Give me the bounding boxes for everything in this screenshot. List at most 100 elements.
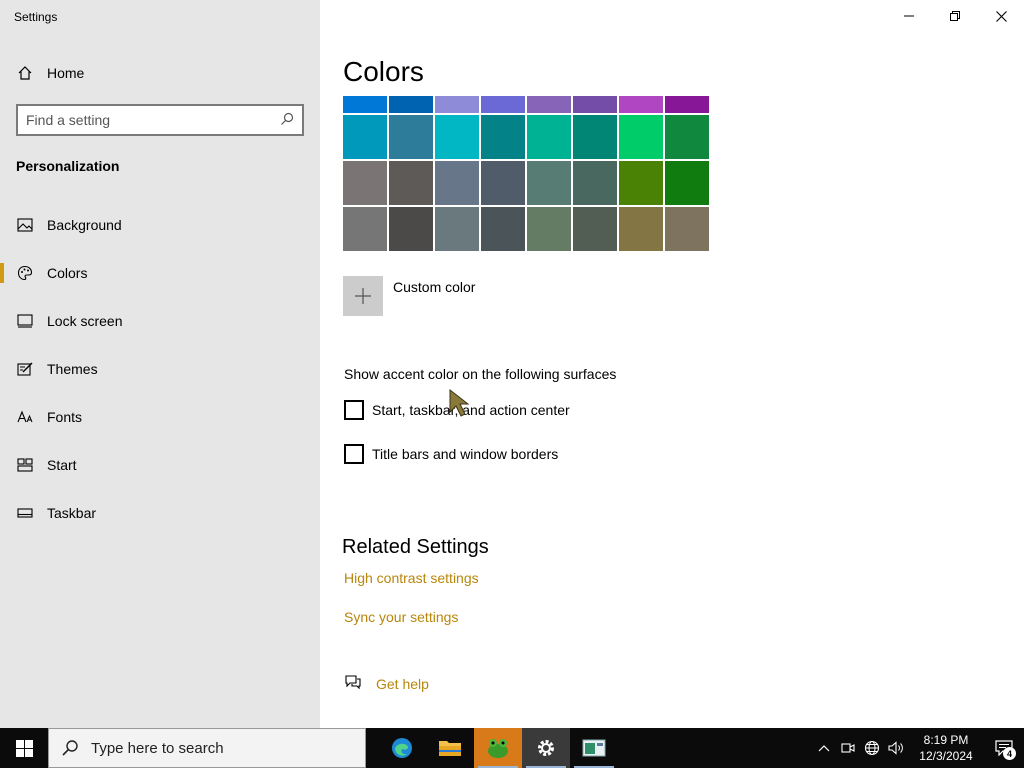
lock-screen-icon <box>16 313 33 330</box>
app-frog-icon[interactable] <box>474 728 522 768</box>
search-icon[interactable] <box>280 112 294 129</box>
sidebar-item-label: Colors <box>47 265 88 281</box>
sidebar-item-taskbar[interactable]: Taskbar <box>0 489 320 537</box>
accent-color-swatch[interactable] <box>481 115 525 159</box>
accent-color-swatch[interactable] <box>481 96 525 113</box>
home-nav-item[interactable]: Home <box>16 64 84 81</box>
help-chat-icon <box>344 674 362 693</box>
taskbar-icon <box>16 505 33 522</box>
fonts-icon <box>16 409 33 426</box>
surfaces-label: Show accent color on the following surfa… <box>344 366 617 382</box>
settings-search-box[interactable] <box>16 104 304 136</box>
high-contrast-link[interactable]: High contrast settings <box>344 570 479 586</box>
accent-color-swatch[interactable] <box>573 96 617 113</box>
accent-color-swatch[interactable] <box>619 96 663 113</box>
taskbar-search-icon <box>62 740 78 756</box>
sidebar-item-label: Fonts <box>47 409 83 425</box>
sidebar-item-fonts[interactable]: Fonts <box>0 393 320 441</box>
sidebar-item-lock-screen[interactable]: Lock screen <box>0 297 320 345</box>
checkbox-box[interactable] <box>344 400 364 420</box>
checkbox-title-bars[interactable]: Title bars and window borders <box>344 444 558 464</box>
accent-color-swatch[interactable] <box>527 207 571 251</box>
custom-color-button[interactable]: Custom color <box>343 276 475 316</box>
sidebar-item-start[interactable]: Start <box>0 441 320 489</box>
notification-count-badge: 4 <box>1003 747 1016 760</box>
accent-color-swatch[interactable] <box>481 207 525 251</box>
accent-color-swatch[interactable] <box>435 207 479 251</box>
get-help-link[interactable]: Get help <box>376 676 429 692</box>
start-button[interactable] <box>0 728 48 768</box>
settings-search-input[interactable] <box>26 112 280 128</box>
accent-color-swatch[interactable] <box>389 161 433 205</box>
taskbar-search-box[interactable] <box>48 728 366 768</box>
accent-color-swatch[interactable] <box>389 115 433 159</box>
accent-color-swatch[interactable] <box>665 161 709 205</box>
themes-icon <box>16 361 33 378</box>
sidebar-item-background[interactable]: Background <box>0 201 320 249</box>
network-globe-icon[interactable] <box>860 728 884 768</box>
accent-color-swatch[interactable] <box>527 96 571 113</box>
page-title: Colors <box>343 56 424 87</box>
accent-color-swatch[interactable] <box>573 161 617 205</box>
taskbar: 8:19 PM 12/3/2024 4 <box>0 728 1024 768</box>
start-icon <box>16 457 33 474</box>
sidebar-item-label: Start <box>47 457 77 473</box>
palette-icon <box>16 265 33 282</box>
accent-color-swatch[interactable] <box>435 96 479 113</box>
app-window-icon[interactable] <box>570 728 618 768</box>
restore-button[interactable] <box>932 0 978 32</box>
accent-color-swatch[interactable] <box>619 161 663 205</box>
file-explorer-icon[interactable] <box>426 728 474 768</box>
minimize-button[interactable] <box>886 0 932 32</box>
windows-logo-icon <box>15 739 33 757</box>
taskbar-clock[interactable]: 8:19 PM 12/3/2024 <box>908 732 984 764</box>
accent-color-swatch[interactable] <box>343 161 387 205</box>
sidebar-item-colors[interactable]: Colors <box>0 249 320 297</box>
mouse-cursor-icon <box>448 388 470 421</box>
sidebar-item-themes[interactable]: Themes <box>0 345 320 393</box>
home-icon <box>16 64 33 81</box>
accent-color-grid <box>343 96 709 251</box>
volume-icon[interactable] <box>884 728 908 768</box>
chevron-up-icon[interactable] <box>812 728 836 768</box>
accent-color-swatch[interactable] <box>481 161 525 205</box>
accent-color-swatch[interactable] <box>619 115 663 159</box>
edge-icon[interactable] <box>378 728 426 768</box>
system-tray: 8:19 PM 12/3/2024 4 <box>812 728 1024 768</box>
accent-color-swatch[interactable] <box>343 207 387 251</box>
nav-list: Background Colors Lock screen Themes Fon… <box>0 201 320 537</box>
accent-color-swatch[interactable] <box>665 96 709 113</box>
accent-color-swatch[interactable] <box>527 115 571 159</box>
accent-color-swatch[interactable] <box>435 115 479 159</box>
plus-icon[interactable] <box>343 276 383 316</box>
taskbar-search-input[interactable] <box>91 739 365 757</box>
accent-color-swatch[interactable] <box>573 115 617 159</box>
sidebar: Settings Home Personalization Background… <box>0 0 320 728</box>
accent-color-swatch[interactable] <box>343 96 387 113</box>
checkbox-box[interactable] <box>344 444 364 464</box>
accent-color-swatch[interactable] <box>573 207 617 251</box>
app-title: Settings <box>14 10 58 24</box>
sync-settings-link[interactable]: Sync your settings <box>344 609 458 625</box>
sidebar-item-label: Themes <box>47 361 98 377</box>
accent-color-swatch[interactable] <box>343 115 387 159</box>
checkbox-label: Title bars and window borders <box>372 446 559 462</box>
checkbox-label: Start, taskbar, and action center <box>372 402 570 418</box>
get-help-row[interactable]: Get help <box>344 674 429 693</box>
home-label: Home <box>47 64 85 81</box>
related-settings-title: Related Settings <box>342 536 489 558</box>
action-center-button[interactable]: 4 <box>984 728 1024 768</box>
accent-color-swatch[interactable] <box>619 207 663 251</box>
accent-color-swatch[interactable] <box>435 161 479 205</box>
accent-color-swatch[interactable] <box>389 96 433 113</box>
accent-color-swatch[interactable] <box>665 207 709 251</box>
meet-now-icon[interactable] <box>836 728 860 768</box>
section-title: Personalization <box>16 158 120 174</box>
accent-color-swatch[interactable] <box>389 207 433 251</box>
close-button[interactable] <box>978 0 1024 32</box>
sidebar-item-label: Background <box>47 217 122 233</box>
settings-icon[interactable] <box>522 728 570 768</box>
accent-color-swatch[interactable] <box>665 115 709 159</box>
accent-color-swatch[interactable] <box>527 161 571 205</box>
window-controls <box>886 0 1024 32</box>
